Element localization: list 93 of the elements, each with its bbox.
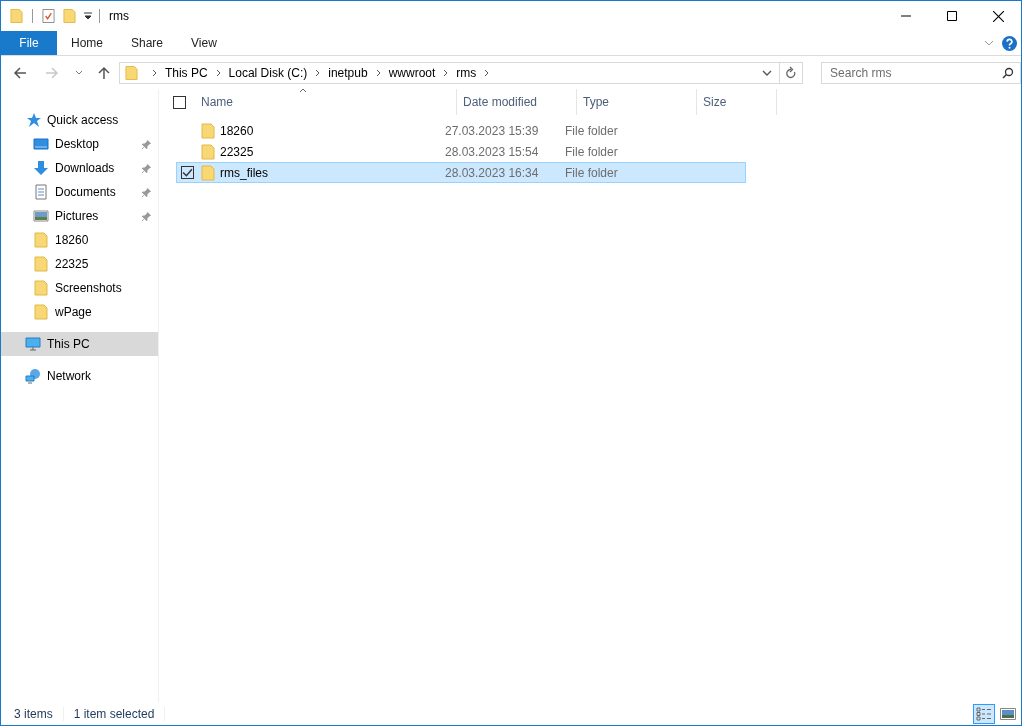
folder-icon: [124, 64, 138, 81]
close-icon[interactable]: [992, 10, 1004, 22]
file-name: 22325: [220, 144, 255, 159]
column-header[interactable]: Size: [697, 89, 777, 115]
column-header[interactable]: Name: [195, 89, 457, 115]
help-icon[interactable]: [1002, 35, 1017, 51]
refresh-icon[interactable]: [785, 65, 798, 80]
breadcrumb[interactable]: Local Disk (C:): [228, 65, 308, 80]
sidebar-label: Desktop: [55, 137, 100, 151]
file-type: File folder: [565, 123, 618, 138]
file-name: rms_files: [220, 165, 269, 180]
sidebar-item[interactable]: Screenshots: [1, 276, 158, 300]
sort-indicator-icon: [299, 88, 307, 93]
file-row[interactable]: 22325 28.03.2023 15:54 File folder: [176, 141, 746, 162]
sidebar-item[interactable]: wPage: [1, 300, 158, 324]
chevron-icon[interactable]: [315, 68, 322, 77]
recent-locations-icon[interactable]: [74, 69, 83, 76]
date-modified: 27.03.2023 15:39: [445, 123, 540, 138]
pin-icon[interactable]: [141, 186, 152, 198]
download-icon: [33, 160, 49, 176]
search-field[interactable]: Search rms: [821, 61, 1021, 84]
search-icon: [1002, 66, 1015, 79]
sidebar-item[interactable]: Documents: [1, 180, 158, 204]
back-icon[interactable]: [13, 65, 27, 80]
sidebar-label: wPage: [55, 305, 92, 319]
star-icon: [25, 112, 41, 128]
sidebar-label: 18260: [55, 233, 89, 247]
item-count: 3 items: [14, 707, 53, 721]
properties-icon[interactable]: [42, 8, 55, 24]
file-row[interactable]: rms_files 28.03.2023 16:34 File folder: [176, 162, 746, 183]
dropdown-icon[interactable]: [84, 12, 92, 20]
chevron-icon[interactable]: [484, 68, 491, 77]
ribbon-tab[interactable]: View: [177, 31, 231, 55]
select-all-checkbox[interactable]: [173, 95, 186, 109]
sidebar-item[interactable]: This PC: [1, 332, 158, 356]
ribbon-tab[interactable]: Share: [117, 31, 178, 55]
image-icon: [33, 208, 49, 224]
sidebar-label: Documents: [55, 185, 116, 199]
sidebar-label: Quick access: [47, 113, 119, 127]
sidebar-item[interactable]: Quick access: [1, 108, 158, 132]
computer-icon: [25, 336, 41, 352]
file-type: File folder: [565, 165, 618, 180]
pin-icon[interactable]: [141, 138, 152, 150]
ribbon-tab[interactable]: Home: [57, 31, 117, 55]
folder-icon: [33, 256, 49, 272]
file-name: 18260: [220, 123, 255, 138]
folder-icon: [33, 304, 49, 320]
chevron-icon[interactable]: [375, 68, 382, 77]
folder-icon: [200, 143, 216, 160]
breadcrumb[interactable]: This PC: [164, 65, 208, 80]
document-icon: [33, 184, 49, 200]
pin-icon[interactable]: [141, 162, 152, 174]
sidebar-label: This PC: [47, 337, 90, 351]
row-checkbox[interactable]: [181, 166, 194, 179]
expand-ribbon-icon[interactable]: [984, 40, 994, 46]
sidebar-label: Network: [47, 369, 91, 383]
folder-icon: [33, 280, 49, 296]
file-type: File folder: [565, 144, 618, 159]
network-icon: [25, 368, 41, 384]
chevron-icon[interactable]: [443, 68, 450, 77]
address-bar[interactable]: This PC Local Disk (C:) inetpub wwwroot rms: [118, 61, 804, 84]
details-view-button[interactable]: [973, 704, 995, 724]
breadcrumb[interactable]: rms: [456, 65, 477, 80]
sidebar-label: Downloads: [55, 161, 115, 175]
folder-icon: [200, 122, 216, 139]
sidebar-label: 22325: [55, 257, 89, 271]
sidebar-item[interactable]: Pictures: [1, 204, 158, 228]
column-header[interactable]: Type: [577, 89, 697, 115]
sidebar-item[interactable]: 18260: [1, 228, 158, 252]
sidebar-item[interactable]: Network: [1, 364, 158, 388]
folder-icon: [200, 164, 216, 181]
chevron-icon[interactable]: [151, 68, 158, 77]
selection-count: 1 item selected: [73, 707, 155, 721]
sidebar-item[interactable]: Downloads: [1, 156, 158, 180]
sidebar-item[interactable]: Desktop: [1, 132, 158, 156]
window-title: rms: [109, 9, 129, 23]
breadcrumb[interactable]: wwwroot: [388, 65, 436, 80]
date-modified: 28.03.2023 15:54: [445, 144, 540, 159]
up-icon[interactable]: [96, 65, 111, 80]
pin-icon[interactable]: [141, 210, 152, 222]
dropdown-icon[interactable]: [762, 69, 773, 76]
chevron-icon[interactable]: [215, 68, 222, 77]
folder-icon: [33, 232, 49, 248]
breadcrumb[interactable]: inetpub: [328, 65, 368, 80]
sidebar-label: Screenshots: [55, 281, 122, 295]
date-modified: 28.03.2023 16:34: [445, 165, 540, 180]
ribbon-tab[interactable]: File: [1, 31, 57, 55]
file-row[interactable]: 18260 27.03.2023 15:39 File folder: [176, 120, 746, 141]
desktop-icon: [33, 136, 49, 152]
maximize-icon[interactable]: [947, 11, 957, 21]
sidebar-item[interactable]: 22325: [1, 252, 158, 276]
sidebar-label: Pictures: [55, 209, 99, 223]
column-header[interactable]: Date modified: [457, 89, 577, 115]
